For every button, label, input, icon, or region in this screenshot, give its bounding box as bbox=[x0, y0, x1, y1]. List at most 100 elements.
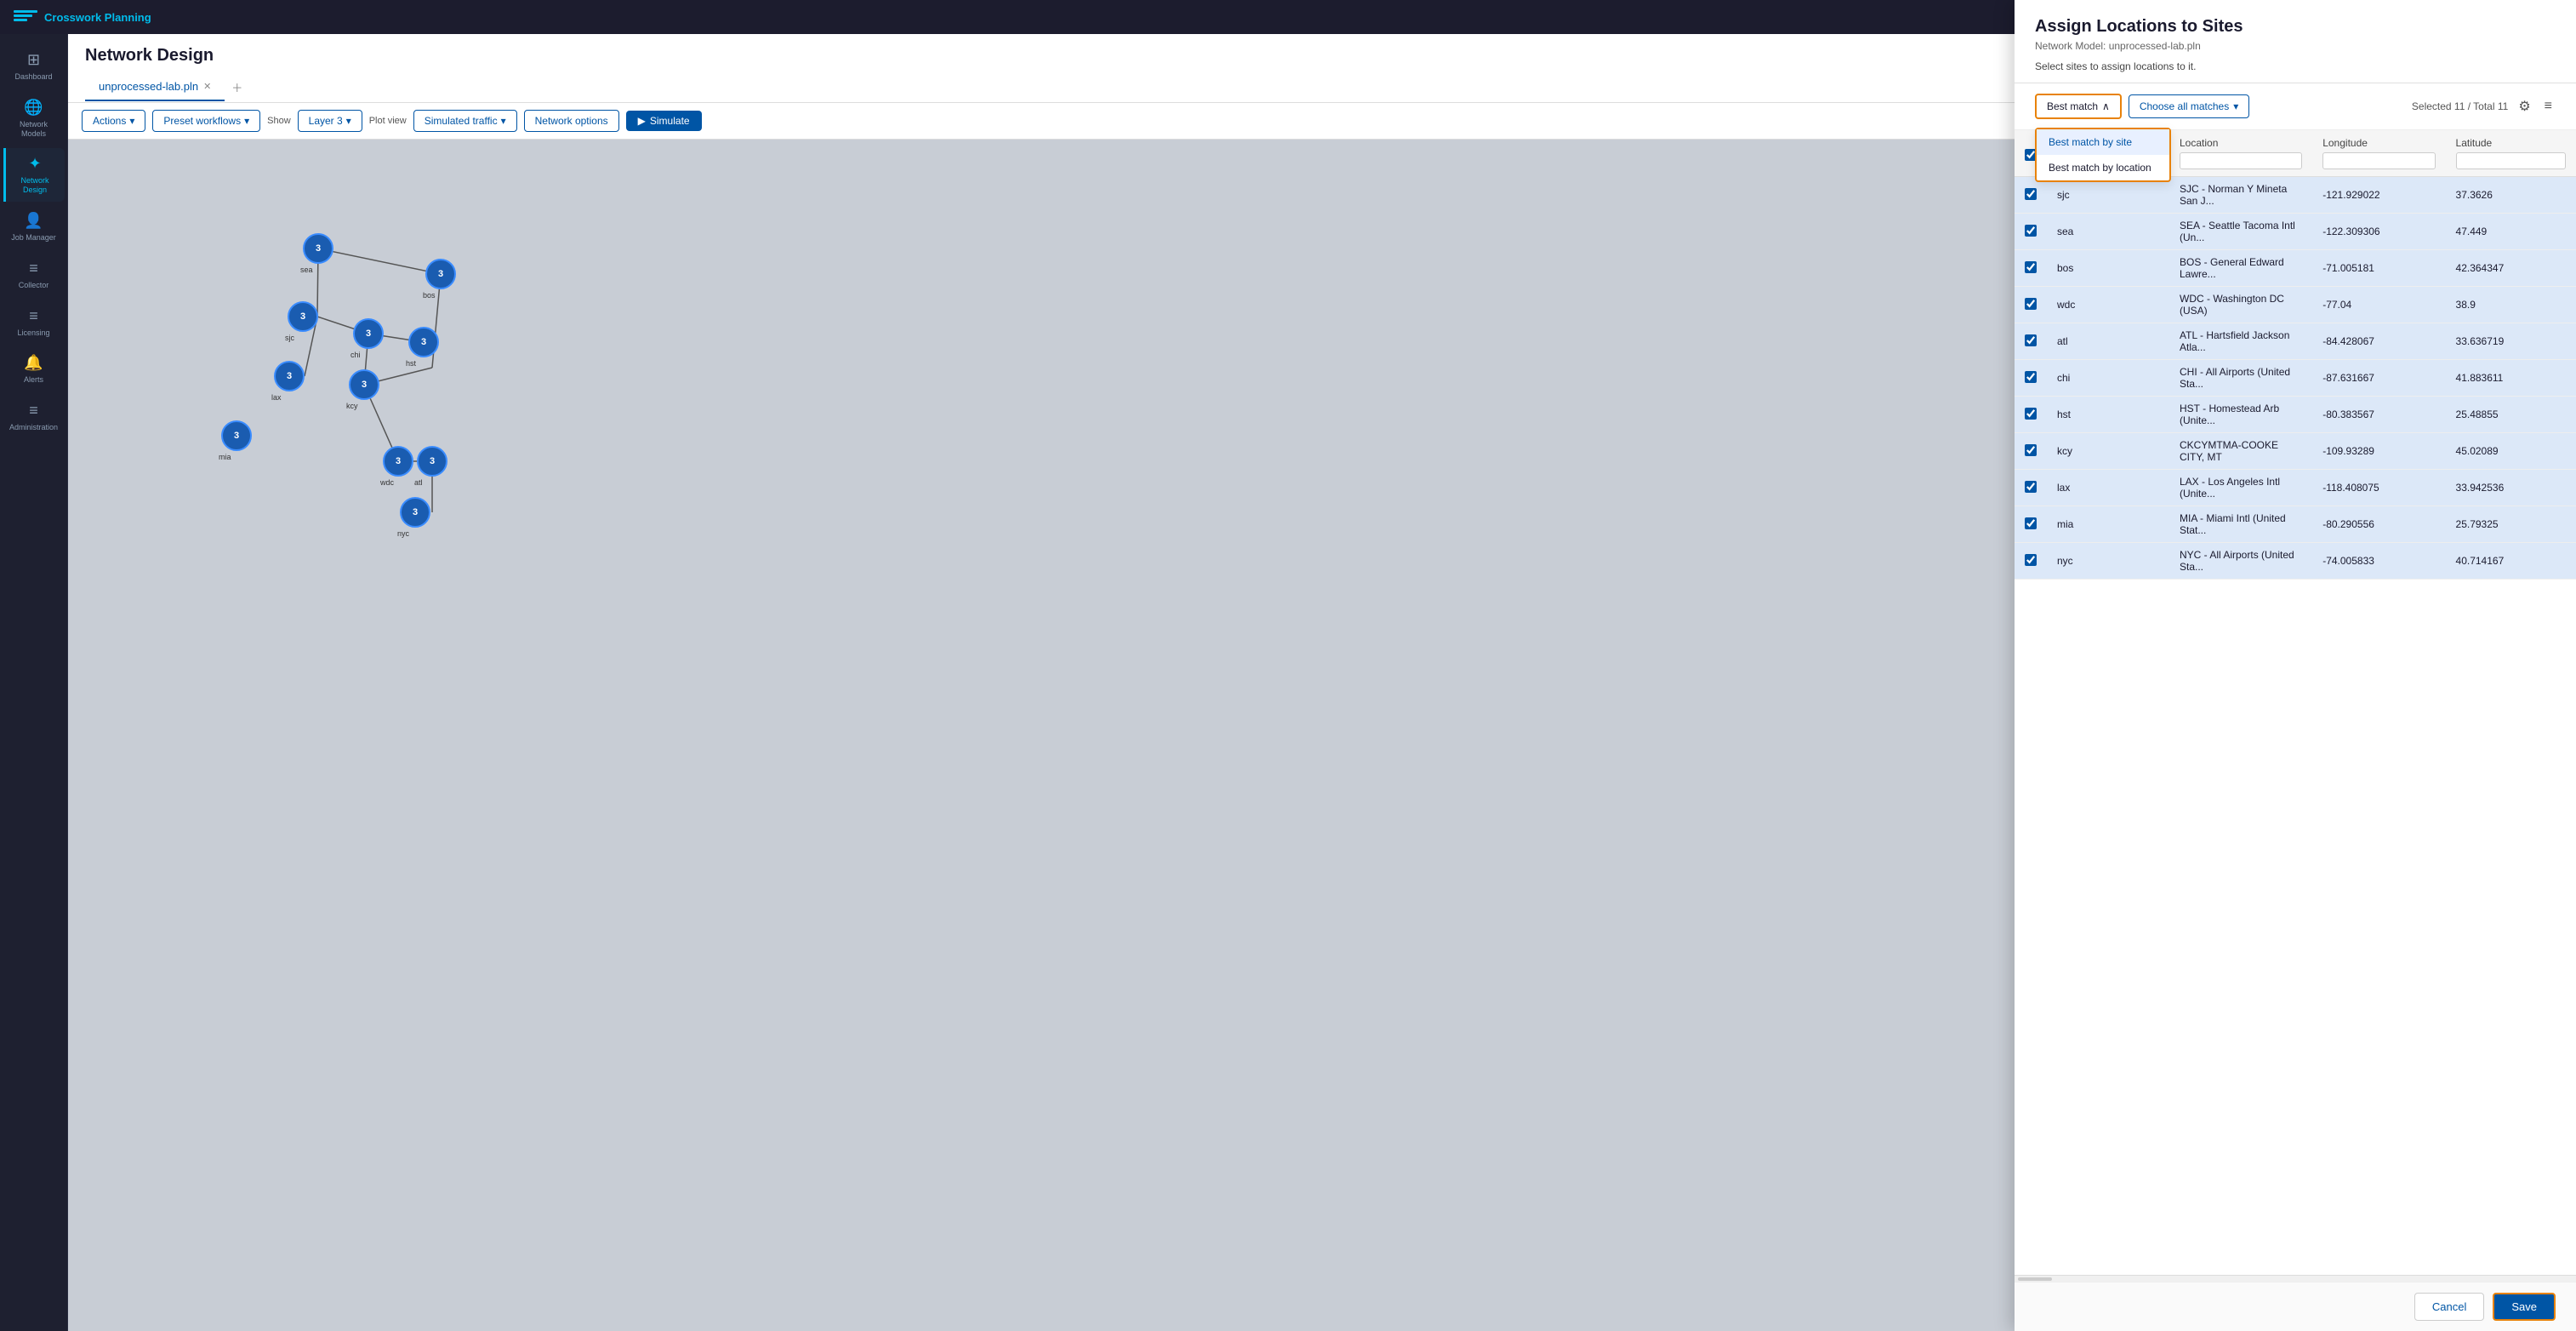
table-row: mia MIA - Miami Intl (United Stat... -80… bbox=[2015, 506, 2576, 543]
layer3-button[interactable]: Layer 3 ▾ bbox=[298, 110, 362, 132]
row-site: nyc bbox=[2047, 543, 2169, 580]
dropdown-item-by-location[interactable]: Best match by location bbox=[2037, 155, 2169, 180]
scroll-thumb[interactable] bbox=[2018, 1277, 2052, 1281]
row-checkbox-cell[interactable] bbox=[2015, 397, 2047, 433]
node-chi[interactable]: 3 bbox=[353, 318, 384, 349]
app-title: Crosswork Planning bbox=[44, 11, 151, 24]
node-wdc[interactable]: 3 bbox=[383, 446, 413, 477]
row-site: atl bbox=[2047, 323, 2169, 360]
row-checkbox[interactable] bbox=[2025, 481, 2037, 493]
network-design-icon: ✦ bbox=[28, 155, 41, 173]
sidebar-item-licensing[interactable]: ≡ Licensing bbox=[3, 300, 65, 345]
row-checkbox[interactable] bbox=[2025, 334, 2037, 346]
table-row: hst HST - Homestead Arb (Unite... -80.38… bbox=[2015, 397, 2576, 433]
sidebar-item-label: Network Design bbox=[9, 176, 61, 195]
row-location: BOS - General Edward Lawre... bbox=[2169, 250, 2312, 287]
locations-table: Site Location Longitude Latitude bbox=[2015, 130, 2576, 580]
row-checkbox[interactable] bbox=[2025, 188, 2037, 200]
row-site: sea bbox=[2047, 214, 2169, 250]
longitude-filter-input[interactable] bbox=[2322, 152, 2435, 169]
node-label-mia: mia bbox=[219, 453, 231, 461]
sidebar-item-job-manager[interactable]: 👤 Job Manager bbox=[3, 205, 65, 249]
simulated-traffic-button[interactable]: Simulated traffic ▾ bbox=[413, 110, 517, 132]
tab-add-button[interactable]: ＋ bbox=[225, 72, 249, 102]
row-checkbox-cell[interactable] bbox=[2015, 470, 2047, 506]
col-latitude: Latitude bbox=[2446, 130, 2576, 177]
sidebar-item-label: Dashboard bbox=[14, 72, 52, 82]
sidebar-item-collector[interactable]: ≡ Collector bbox=[3, 253, 65, 297]
network-options-button[interactable]: Network options bbox=[524, 110, 619, 132]
row-checkbox-cell[interactable] bbox=[2015, 287, 2047, 323]
table-body: sjc SJC - Norman Y Mineta San J... -121.… bbox=[2015, 177, 2576, 580]
row-checkbox[interactable] bbox=[2025, 371, 2037, 383]
node-sjc[interactable]: 3 bbox=[288, 301, 318, 332]
network-edges bbox=[136, 182, 561, 540]
row-checkbox-cell[interactable] bbox=[2015, 214, 2047, 250]
node-mia[interactable]: 3 bbox=[221, 420, 252, 451]
tab-close-icon[interactable]: ✕ bbox=[203, 81, 211, 92]
node-kcy[interactable]: 3 bbox=[349, 369, 379, 400]
node-label-nyc: nyc bbox=[397, 529, 409, 538]
row-checkbox[interactable] bbox=[2025, 554, 2037, 566]
col-latitude-label: Latitude bbox=[2456, 137, 2493, 149]
row-checkbox[interactable] bbox=[2025, 444, 2037, 456]
row-checkbox-cell[interactable] bbox=[2015, 323, 2047, 360]
sidebar-item-dashboard[interactable]: ⊞ Dashboard bbox=[3, 44, 65, 89]
best-match-chevron-icon: ∧ bbox=[2102, 100, 2110, 112]
row-checkbox-cell[interactable] bbox=[2015, 250, 2047, 287]
node-sea[interactable]: 3 bbox=[303, 233, 333, 264]
node-nyc[interactable]: 3 bbox=[400, 497, 430, 528]
row-checkbox-cell[interactable] bbox=[2015, 506, 2047, 543]
horizontal-scrollbar[interactable] bbox=[2015, 1275, 2576, 1282]
cancel-button[interactable]: Cancel bbox=[2414, 1293, 2484, 1321]
row-location: SEA - Seattle Tacoma Intl (Un... bbox=[2169, 214, 2312, 250]
simulate-button[interactable]: ▶ Simulate bbox=[626, 111, 702, 131]
filter-icon-btn[interactable]: ≡ bbox=[2541, 95, 2556, 117]
row-checkbox[interactable] bbox=[2025, 517, 2037, 529]
actions-button[interactable]: Actions ▾ bbox=[82, 110, 145, 132]
row-latitude: 33.942536 bbox=[2446, 470, 2576, 506]
choose-all-matches-button[interactable]: Choose all matches ▾ bbox=[2129, 94, 2249, 118]
actions-chevron-icon: ▾ bbox=[129, 115, 134, 127]
row-longitude: -87.631667 bbox=[2312, 360, 2445, 397]
cisco-icon bbox=[14, 10, 37, 24]
sidebar: ⊞ Dashboard 🌐 Network Models ✦ Network D… bbox=[0, 34, 68, 1331]
best-match-button[interactable]: Best match ∧ bbox=[2035, 94, 2122, 119]
sidebar-item-alerts[interactable]: 🔔 Alerts bbox=[3, 347, 65, 391]
node-bos[interactable]: 3 bbox=[425, 259, 456, 289]
sidebar-item-administration[interactable]: ≡ Administration bbox=[3, 395, 65, 439]
location-filter-input[interactable] bbox=[2180, 152, 2302, 169]
settings-icon-btn[interactable]: ⚙ bbox=[2515, 94, 2533, 118]
node-label-sjc: sjc bbox=[285, 334, 294, 342]
row-checkbox[interactable] bbox=[2025, 225, 2037, 237]
tab-active[interactable]: unprocessed-lab.pln ✕ bbox=[85, 73, 225, 101]
sidebar-item-network-models[interactable]: 🌐 Network Models bbox=[3, 92, 65, 146]
preset-workflows-button[interactable]: Preset workflows ▾ bbox=[152, 110, 260, 132]
row-checkbox[interactable] bbox=[2025, 408, 2037, 420]
panel-description: Select sites to assign locations to it. bbox=[2035, 60, 2556, 72]
save-button[interactable]: Save bbox=[2493, 1293, 2556, 1321]
col-longitude: Longitude bbox=[2312, 130, 2445, 177]
node-label-hst: hst bbox=[406, 359, 416, 368]
row-location: CKCYMTMA-COOKE CITY, MT bbox=[2169, 433, 2312, 470]
dropdown-item-by-site[interactable]: Best match by site bbox=[2037, 129, 2169, 155]
tab-label: unprocessed-lab.pln bbox=[99, 80, 198, 93]
node-label-atl: atl bbox=[414, 478, 423, 487]
simulate-label: Simulate bbox=[650, 115, 690, 127]
row-checkbox[interactable] bbox=[2025, 261, 2037, 273]
panel-table-container[interactable]: Site Location Longitude Latitude bbox=[2015, 130, 2576, 1275]
row-site: bos bbox=[2047, 250, 2169, 287]
node-hst[interactable]: 3 bbox=[408, 327, 439, 357]
table-row: kcy CKCYMTMA-COOKE CITY, MT -109.93289 4… bbox=[2015, 433, 2576, 470]
sidebar-item-network-design[interactable]: ✦ Network Design bbox=[3, 148, 65, 202]
row-checkbox-cell[interactable] bbox=[2015, 543, 2047, 580]
latitude-filter-input[interactable] bbox=[2456, 152, 2566, 169]
sidebar-item-label: Collector bbox=[19, 281, 49, 290]
row-longitude: -71.005181 bbox=[2312, 250, 2445, 287]
node-atl[interactable]: 3 bbox=[417, 446, 447, 477]
node-lax[interactable]: 3 bbox=[274, 361, 305, 391]
row-checkbox-cell[interactable] bbox=[2015, 360, 2047, 397]
row-checkbox-cell[interactable] bbox=[2015, 433, 2047, 470]
row-longitude: -80.383567 bbox=[2312, 397, 2445, 433]
row-checkbox[interactable] bbox=[2025, 298, 2037, 310]
